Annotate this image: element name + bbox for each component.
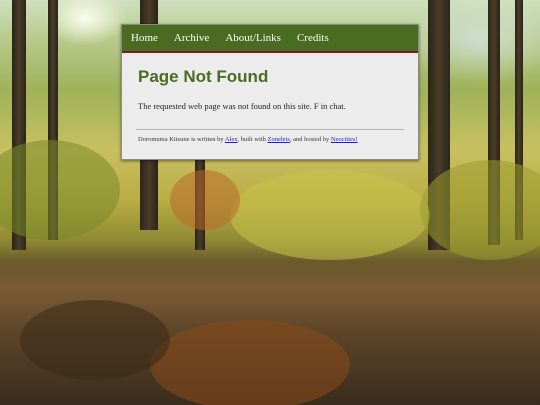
footer-text: is written by: [189, 136, 225, 143]
nav-credits-link[interactable]: Credits: [297, 32, 329, 44]
nav-bar: Home Archive About/Links Credits: [122, 25, 418, 53]
author-link[interactable]: Alex: [225, 136, 238, 143]
footer-text: , built with: [237, 136, 268, 143]
footer-text: , and hosted by: [289, 136, 331, 143]
footer: Doromuma Kitsune is written by Alex, bui…: [138, 136, 404, 143]
not-found-message: The requested web page was not found on …: [138, 101, 346, 111]
neocities-link[interactable]: Neocities!: [331, 136, 358, 143]
footer-site-name: Doromuma Kitsune: [138, 136, 190, 143]
foliage: [170, 170, 240, 230]
page-title: Page Not Found: [138, 67, 269, 86]
leaf-litter: [150, 320, 350, 405]
nav-home-link[interactable]: Home: [131, 32, 158, 44]
nav-about-links-link[interactable]: About/Links: [225, 32, 281, 44]
page-panel: Home Archive About/Links Credits Page No…: [121, 24, 419, 160]
main-content: Page Not Found The requested web page wa…: [122, 67, 418, 143]
footer-divider: [136, 129, 404, 130]
nav-archive-link[interactable]: Archive: [174, 32, 209, 44]
zonelets-link[interactable]: Zonelets: [267, 136, 289, 143]
foliage: [230, 170, 430, 260]
leaf-litter: [20, 300, 170, 380]
